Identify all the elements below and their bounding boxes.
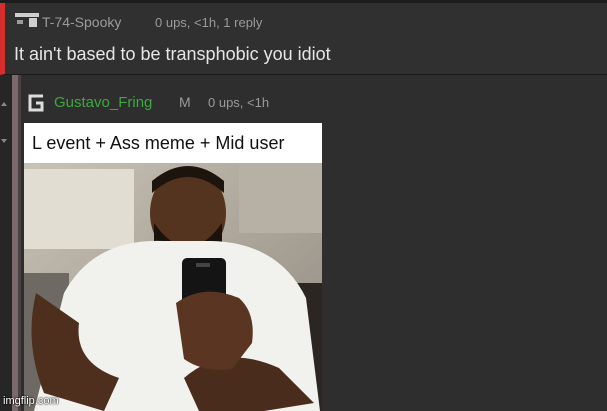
user-avatar-icon[interactable] — [15, 13, 39, 29]
selfie-photo-icon — [24, 163, 322, 411]
upvote-arrow-icon[interactable] — [1, 102, 7, 106]
reply-meta: 0 ups, <1h — [208, 95, 270, 110]
meme-caption-box: L event + Ass meme + Mid user — [24, 123, 322, 163]
parent-meta: 0 ups, <1h, 1 reply — [155, 15, 263, 30]
meme-caption: L event + Ass meme + Mid user — [32, 133, 285, 153]
parent-comment: T-74-Spooky 0 ups, <1h, 1 reply It ain't… — [0, 3, 607, 75]
reply-username[interactable]: Gustavo_Fring — [54, 94, 152, 111]
parent-comment-text: It ain't based to be transphobic you idi… — [14, 44, 331, 64]
parent-username[interactable]: T-74-Spooky — [42, 14, 121, 30]
meme-image[interactable]: L event + Ass meme + Mid user — [24, 123, 322, 411]
mod-badge: M — [179, 94, 191, 110]
imgflip-watermark: imgflip.com — [3, 395, 59, 407]
downvote-arrow-icon[interactable] — [1, 139, 7, 143]
user-avatar-icon[interactable] — [25, 92, 47, 114]
